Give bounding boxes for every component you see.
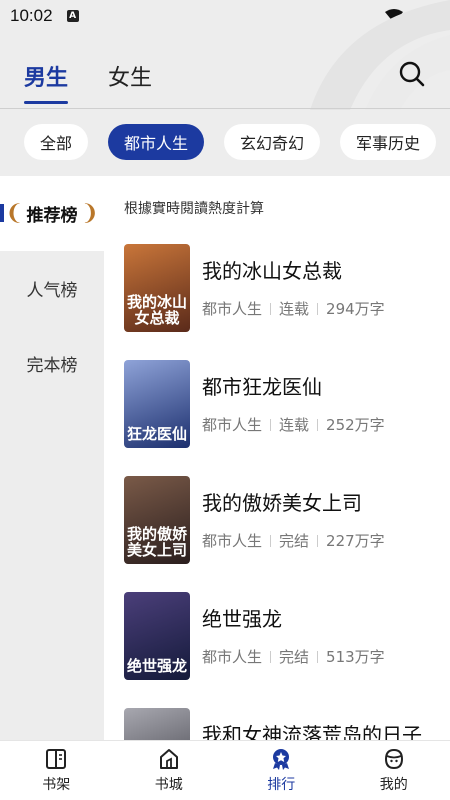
book-cover[interactable]: 狂龙医仙 (124, 360, 190, 448)
book-word-count: 227万字 (326, 532, 385, 550)
meta-divider (270, 302, 272, 315)
book-status: 完结 (279, 648, 310, 666)
book-cover[interactable] (124, 708, 190, 740)
meta-divider (270, 418, 272, 431)
book-category: 都市人生 (202, 416, 263, 434)
book-meta: 都市人生 连载 294万字 (202, 298, 385, 319)
meta-divider (317, 302, 319, 315)
book-row[interactable]: 狂龙医仙 都市狂龙医仙 都市人生 连载 252万字 (124, 360, 434, 450)
book-status: 完结 (279, 532, 310, 550)
side-item-recommended[interactable]: ❨ 推荐榜 ❩ (0, 176, 104, 251)
side-item-completed[interactable]: 完本榜 (0, 326, 104, 401)
book-title[interactable]: 我的傲娇美女上司 (202, 490, 385, 516)
side-item-label: 人气榜 (26, 281, 78, 301)
book-category: 都市人生 (202, 300, 263, 318)
book-info: 我的冰山女总裁 都市人生 连载 294万字 (202, 244, 385, 334)
battery-icon (429, 8, 438, 24)
book-info: 我和女神流落荒岛的日子 (202, 708, 422, 740)
book-info: 我的傲娇美女上司 都市人生 完结 227万字 (202, 476, 385, 566)
book-word-count: 513万字 (326, 648, 385, 666)
cover-title: 我的傲娇美女上司 (126, 525, 187, 559)
active-marker (0, 204, 4, 222)
cover-title: 绝世强龙 (126, 657, 187, 675)
meta-divider (317, 650, 319, 663)
nav-label: 我的 (379, 777, 408, 793)
chip-urban-life[interactable]: 都市人生 (108, 124, 205, 160)
tab-female[interactable]: 女生 (108, 48, 152, 92)
book-meta: 都市人生 连载 252万字 (202, 414, 385, 435)
category-chips: 全部 都市人生 玄幻奇幻 军事历史 (24, 124, 437, 160)
ranking-icon (273, 749, 290, 770)
chip-all[interactable]: 全部 (24, 124, 89, 160)
nav-profile[interactable]: 我的 (338, 741, 450, 800)
profile-icon (384, 748, 403, 770)
book-cover[interactable]: 我的傲娇美女上司 (124, 476, 190, 564)
book-cover[interactable]: 我的冰山女总裁 (124, 244, 190, 332)
book-cover[interactable]: 绝世强龙 (124, 592, 190, 680)
book-title[interactable]: 都市狂龙医仙 (202, 374, 385, 400)
cover-title: 我的冰山女总裁 (126, 293, 187, 327)
tab-male[interactable]: 男生 (24, 48, 69, 104)
book-row[interactable]: 绝世强龙 绝世强龙 都市人生 完结 513万字 (124, 592, 434, 682)
chip-fantasy[interactable]: 玄幻奇幻 (224, 124, 321, 160)
list-note: 根據實時閱讀熱度計算 (124, 201, 264, 217)
book-status: 连载 (279, 416, 310, 434)
book-meta: 都市人生 完结 513万字 (202, 646, 385, 667)
meta-divider (317, 418, 319, 431)
notification-icon: A (66, 10, 79, 22)
bookstore-icon (159, 749, 178, 769)
nav-label: 书城 (154, 777, 183, 793)
nav-ranking[interactable]: 排行 (225, 741, 338, 800)
laurel-left-icon: ❨ (5, 201, 24, 226)
search-icon[interactable] (398, 60, 426, 88)
book-title[interactable]: 绝世强龙 (202, 606, 385, 632)
signal-icon (409, 9, 423, 23)
meta-divider (317, 534, 319, 547)
bookshelf-icon (46, 749, 67, 769)
nav-label: 书架 (42, 777, 71, 793)
nav-label: 排行 (267, 777, 296, 793)
book-category: 都市人生 (202, 532, 263, 550)
book-title[interactable]: 我和女神流落荒岛的日子 (202, 722, 422, 740)
chip-military-history[interactable]: 军事历史 (340, 124, 437, 160)
book-row[interactable]: 我的冰山女总裁 我的冰山女总裁 都市人生 连载 294万字 (124, 244, 434, 334)
side-item-label: 推荐榜 (26, 206, 78, 226)
book-info: 都市狂龙医仙 都市人生 连载 252万字 (202, 360, 385, 450)
book-word-count: 294万字 (326, 300, 385, 318)
book-list: 根據實時閱讀熱度計算 我的冰山女总裁 我的冰山女总裁 都市人生 连载 294万字… (104, 176, 450, 740)
status-icons (385, 8, 438, 24)
nav-bookshelf[interactable]: 书架 (0, 741, 113, 800)
book-word-count: 252万字 (326, 416, 385, 434)
book-row[interactable]: 我和女神流落荒岛的日子 (124, 708, 434, 740)
meta-divider (270, 534, 272, 547)
side-item-label: 完本榜 (26, 356, 78, 376)
meta-divider (270, 650, 272, 663)
nav-bookstore[interactable]: 书城 (113, 741, 226, 800)
book-category: 都市人生 (202, 648, 263, 666)
bottom-nav: 书架 书城 排行 我的 (0, 740, 450, 800)
gender-tabs: 男生 女生 (0, 48, 450, 108)
book-status: 连载 (279, 300, 310, 318)
book-row[interactable]: 我的傲娇美女上司 我的傲娇美女上司 都市人生 完结 227万字 (124, 476, 434, 566)
side-item-popular[interactable]: 人气榜 (0, 251, 104, 326)
book-title[interactable]: 我的冰山女总裁 (202, 258, 385, 284)
wifi-icon (385, 9, 403, 23)
status-time: 10:02 (10, 6, 53, 25)
laurel-right-icon: ❩ (80, 201, 99, 226)
book-meta: 都市人生 完结 227万字 (202, 530, 385, 551)
header-divider (0, 108, 450, 109)
cover-title: 狂龙医仙 (126, 425, 187, 443)
ranking-side-nav: ❨ 推荐榜 ❩ 人气榜 完本榜 (0, 176, 104, 740)
status-bar: 10:02 A (0, 0, 450, 32)
book-info: 绝世强龙 都市人生 完结 513万字 (202, 592, 385, 682)
